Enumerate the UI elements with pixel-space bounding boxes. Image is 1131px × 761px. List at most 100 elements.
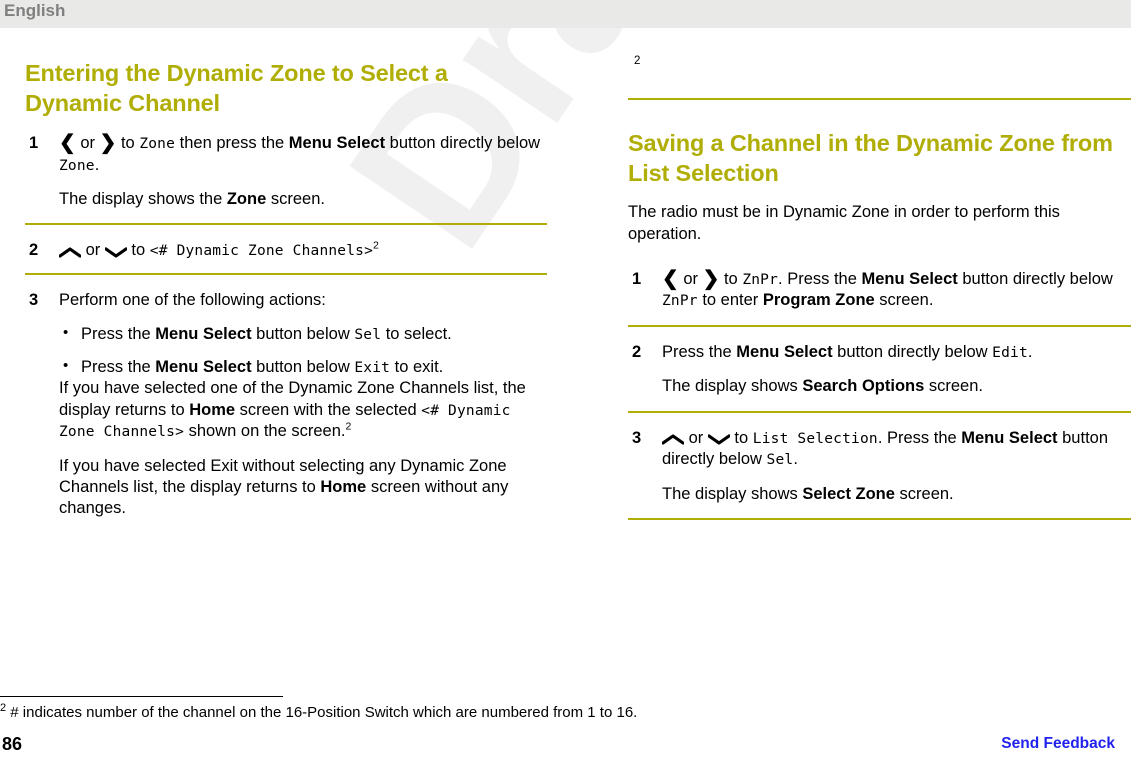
step-number: 1 — [632, 270, 642, 289]
chevron-right-icon: ❯ — [99, 132, 117, 155]
bullet-mid: button below — [251, 325, 355, 344]
page-title-left: Entering the Dynamic Zone to Select a Dy… — [25, 60, 448, 117]
display-token-exit: Exit — [354, 359, 391, 376]
send-feedback-link[interactable]: Send Feedback — [1001, 735, 1115, 753]
page-footer: 86 Send Feedback — [0, 731, 1131, 755]
result-pre: The display shows — [662, 484, 803, 503]
bullet-pre: Press the — [81, 357, 156, 376]
button-name-menu-select: Menu Select — [736, 342, 833, 361]
step-text-d: . — [94, 155, 100, 174]
footnote-body: # indicates number of the channel on the… — [10, 704, 638, 722]
step-text-c: button directly below — [385, 134, 541, 153]
right-column: Saving a Channel in the Dynamic Zone fro… — [628, 128, 1131, 521]
step-divider — [628, 324, 1131, 327]
step-text-a: to — [116, 134, 140, 153]
step-text-b: to — [126, 241, 150, 260]
intro-paragraph: The radio must be in Dynamic Zone in ord… — [628, 203, 1060, 243]
step-item: 3 or to List Selection. Press the Menu S… — [628, 428, 1131, 505]
result-pre: The display shows the — [59, 190, 227, 209]
result-pre: The display shows — [662, 377, 803, 396]
display-token-edit: Edit — [992, 344, 1028, 361]
step-text: ❮ or ❯ to Zone then press the Menu Selec… — [59, 133, 547, 176]
screen-name-select-zone: Select Zone — [802, 484, 895, 503]
display-token-dynamic-zone-channels: <# Dynamic Zone Channels> — [149, 243, 374, 260]
note-a-3: shown on the screen. — [184, 422, 346, 441]
conjunction-or: or — [81, 241, 105, 260]
result-post: screen. — [924, 377, 983, 396]
step-text-c: button directly below — [957, 270, 1113, 289]
step-number: 3 — [632, 428, 642, 447]
step-number: 1 — [29, 134, 39, 153]
button-name-menu-select: Menu Select — [155, 325, 252, 344]
language-label: English — [4, 1, 66, 20]
running-header: English — [0, 0, 1131, 28]
section-divider — [628, 98, 1131, 100]
step-number: 2 — [29, 241, 39, 260]
button-name-menu-select: Menu Select — [288, 134, 386, 153]
step-result: The display shows Search Options screen. — [662, 376, 1131, 397]
footnote-text: 2 # indicates number of the channel on t… — [0, 703, 1131, 723]
step-text-a: to — [719, 270, 743, 289]
result-post: screen. — [266, 190, 325, 209]
display-token-sel: Sel — [354, 327, 382, 344]
footnote-reference: 2 — [345, 420, 352, 433]
step-note-b: If you have selected Exit without select… — [59, 456, 547, 520]
step-number: 2 — [632, 342, 642, 361]
step-item: 3 Perform one of the following actions: … — [25, 290, 547, 520]
step-item: 2 Press the Menu Select button directly … — [628, 342, 1131, 398]
orphan-footnote-marker: 2 — [634, 55, 641, 67]
step-divider — [628, 410, 1131, 413]
bullet-pre: Press the — [81, 325, 156, 344]
bullet-post: to exit. — [390, 357, 444, 376]
step-note-a: If you have selected one of the Dynamic … — [59, 378, 547, 442]
note-a-2: screen with the selected — [235, 400, 422, 419]
step-divider — [628, 518, 1131, 521]
conjunction-or: or — [678, 270, 703, 289]
step-text: ❮ or ❯ to ZnPr. Press the Menu Select bu… — [662, 269, 1131, 312]
step-text: Perform one of the following actions: — [59, 290, 326, 309]
list-item: Press the Menu Select button below Exit … — [59, 356, 547, 378]
button-name-menu-select: Menu Select — [155, 357, 252, 376]
display-token-sel: Sel — [766, 452, 794, 469]
chevron-left-icon: ❮ — [59, 132, 76, 155]
conjunction-or: or — [75, 134, 100, 153]
step-result: The display shows the Zone screen. — [59, 189, 547, 210]
screen-name-home: Home — [189, 400, 236, 419]
screen-name-search-options: Search Options — [802, 377, 925, 396]
bullet-mid: button below — [251, 357, 355, 376]
step-text-c: . Press the — [877, 428, 962, 447]
page-number: 86 — [2, 734, 23, 754]
display-token-znpr-2: ZnPr — [662, 293, 698, 310]
chevron-left-icon: ❮ — [662, 268, 679, 291]
step-post: . — [1027, 342, 1033, 361]
step-text-b: then press the — [175, 134, 289, 153]
step-item: 2 or to <# Dynamic Zone Channels>2 — [25, 240, 547, 261]
screen-name-zone: Zone — [226, 190, 267, 209]
chevron-up-icon — [59, 247, 81, 258]
conjunction-or: or — [684, 428, 708, 447]
step-text-b: . Press the — [778, 270, 862, 289]
chevron-down-icon — [707, 434, 730, 445]
step-mid: button directly below — [832, 342, 993, 361]
step-pre: Press the — [662, 342, 737, 361]
display-token-list-selection: List Selection — [752, 430, 878, 447]
footnote-area: 2 # indicates number of the channel on t… — [0, 696, 1131, 723]
step-text: Press the Menu Select button directly be… — [662, 342, 1131, 363]
display-token-zone: Zone — [139, 136, 176, 153]
chevron-up-icon — [662, 434, 684, 445]
button-name-menu-select: Menu Select — [861, 270, 958, 289]
step-text-d: to enter — [697, 291, 763, 310]
screen-name-program-zone: Program Zone — [762, 291, 875, 310]
footnote-separator — [0, 696, 283, 698]
screen-name-home: Home — [320, 477, 367, 496]
display-token-znpr: ZnPr — [742, 272, 779, 289]
action-bullet-list: Press the Menu Select button below Sel t… — [59, 323, 547, 378]
step-text-b: to — [729, 428, 753, 447]
display-token-zone-2: Zone — [59, 157, 95, 174]
step-item: 1 ❮ or ❯ to Zone then press the Menu Sel… — [25, 133, 547, 210]
button-name-menu-select: Menu Select — [961, 428, 1058, 447]
result-post: screen. — [894, 484, 954, 503]
chevron-right-icon: ❯ — [702, 268, 720, 291]
step-text: or to <# Dynamic Zone Channels>2 — [59, 240, 547, 261]
step-text-e: screen. — [874, 291, 934, 310]
